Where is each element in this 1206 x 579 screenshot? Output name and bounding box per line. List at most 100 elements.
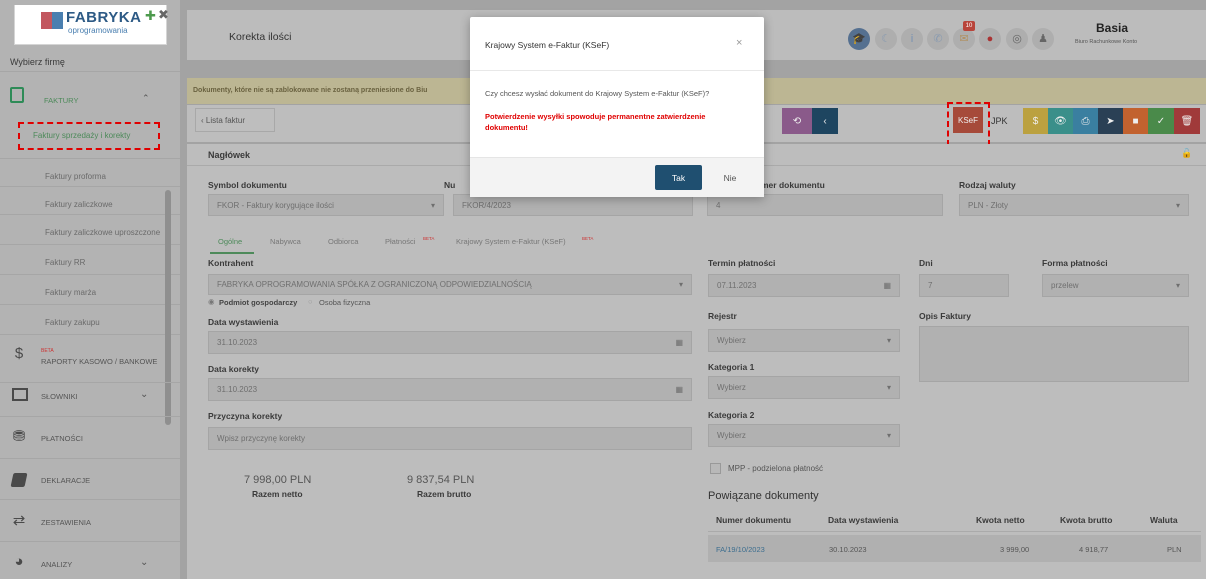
rejestr-label: Rejestr — [708, 311, 737, 321]
sidebar-item-proforma[interactable]: Faktury proforma — [45, 172, 106, 181]
user-icon[interactable]: ♟ — [1032, 28, 1054, 50]
sidebar-item-marza[interactable]: Faktury marża — [45, 288, 96, 297]
graduation-cap-icon[interactable]: 🎓 — [848, 28, 870, 50]
related-doc-waluta: PLN — [1167, 545, 1182, 554]
company-selector[interactable]: Wybierz firmę — [10, 57, 65, 67]
related-doc-link[interactable]: FA/19/10/2023 — [716, 545, 765, 554]
data-wystawienia-value: 31.10.2023 — [217, 338, 258, 347]
kategoria1-select[interactable]: Wybierz ▾ — [708, 376, 900, 399]
tab-ogolne[interactable]: Ogólne — [218, 237, 242, 246]
chevron-down-icon[interactable]: ⌄ — [140, 557, 148, 568]
lock-button[interactable]: ■ — [1123, 108, 1148, 134]
doc-number-input[interactable]: 4 — [707, 194, 943, 216]
page-title: Korekta ilości — [229, 31, 292, 43]
pin-icon[interactable]: ✚ — [145, 8, 156, 24]
sidebar-item-rr[interactable]: Faktury RR — [45, 258, 85, 267]
delete-button[interactable]: 🗑 — [1174, 108, 1200, 134]
logo[interactable]: FABRYKA oprogramowania ✚ ✖ — [14, 5, 169, 45]
symbol-value: FKOR - Faktury korygujące ilości — [217, 200, 334, 210]
sidebar-item-analizy[interactable]: ANALIZY — [41, 560, 72, 569]
kontrahent-value: FABRYKA OPROGRAMOWANIA SPÓŁKA Z OGRANICZ… — [217, 280, 532, 289]
number-input[interactable]: FKOR/4/2023 — [453, 194, 693, 216]
moon-icon[interactable]: ☾ — [875, 28, 897, 50]
mail-icon[interactable]: ✉ — [953, 28, 975, 50]
section-heading: Nagłówek — [208, 150, 251, 160]
beta-badge: BETA — [582, 236, 594, 241]
undo-button[interactable]: ⟲ — [782, 108, 812, 134]
termin-value: 07.11.2023 — [717, 281, 757, 290]
kategoria1-value: Wybierz — [717, 383, 746, 392]
przyczyna-input[interactable]: Wpisz przyczynę korekty — [208, 427, 692, 450]
dollar-icon: $ — [14, 345, 24, 362]
print-button[interactable]: ⎙ — [1073, 108, 1098, 134]
tab-nabywca[interactable]: Nabywca — [270, 237, 301, 246]
sidebar-item-raporty[interactable]: RAPORTY KASOWO / BANKOWE — [41, 357, 157, 366]
chevron-left-button[interactable]: ‹ — [812, 108, 838, 134]
data-wystawienia-label: Data wystawienia — [208, 317, 279, 327]
pie-chart-icon: ◕ — [14, 553, 24, 570]
kategoria2-select[interactable]: Wybierz ▾ — [708, 424, 900, 447]
dialog-warning: Potwierdzenie wysyłki spowoduje permanen… — [485, 112, 706, 132]
symbol-select[interactable]: FKOR - Faktury korygujące ilości ▾ — [208, 194, 444, 216]
data-korekty-input[interactable]: 31.10.2023 ▦ — [208, 378, 692, 401]
dialog-close-button[interactable]: × — [736, 37, 742, 49]
forma-select[interactable]: przelew ▾ — [1042, 274, 1189, 297]
brutto-label: Razem brutto — [417, 489, 472, 499]
sidebar-item-platnosci[interactable]: PŁATNOŚCI — [41, 434, 83, 443]
sidebar: FABRYKA oprogramowania ✚ ✖ Wybierz firmę… — [0, 0, 180, 579]
settings-icon[interactable]: ◎ — [1006, 28, 1028, 50]
sidebar-item-faktury-sprzedazy[interactable]: Faktury sprzedaży i korekty — [33, 131, 130, 140]
tab-platnosci[interactable]: Płatności — [385, 237, 415, 246]
radio-podmiot[interactable]: ◉ — [208, 297, 215, 306]
chevron-up-icon[interactable]: ⌃ — [142, 93, 150, 104]
mpp-checkbox[interactable] — [710, 463, 721, 474]
ksef-button[interactable]: KSeF — [953, 107, 983, 133]
chat-icon[interactable]: ● — [979, 28, 1001, 50]
sidebar-item-zaliczkowe-uproszczone[interactable]: Faktury zaliczkowe uproszczone — [45, 228, 160, 237]
eye-button[interactable]: 👁 — [1048, 108, 1073, 134]
data-wystawienia-input[interactable]: 31.10.2023 ▦ — [208, 331, 692, 354]
przyczyna-label: Przyczyna korekty — [208, 411, 283, 421]
exchange-icon: ⇄ — [12, 512, 26, 529]
close-icon[interactable]: ✖ — [158, 7, 169, 23]
tab-ksef[interactable]: Krajowy System e-Faktur (KSeF) — [456, 237, 566, 246]
opis-textarea[interactable] — [919, 326, 1189, 382]
send-button[interactable]: ➤ — [1098, 108, 1123, 134]
radio-osoba[interactable]: ○ — [308, 297, 313, 306]
unlock-icon[interactable]: 🔓 — [1181, 148, 1192, 159]
sidebar-item-deklaracje[interactable]: DEKLARACJE — [41, 476, 90, 485]
sidebar-section-faktury[interactable]: FAKTURY — [44, 96, 78, 105]
opis-label: Opis Faktury — [919, 311, 971, 321]
dialog-no-button[interactable]: Nie — [710, 165, 750, 190]
mpp-label: MPP - podzielona płatność — [728, 464, 824, 473]
sidebar-item-zaliczkowe[interactable]: Faktury zaliczkowe — [45, 200, 113, 209]
chevron-down-icon[interactable]: ⌄ — [140, 389, 148, 400]
brutto-value: 9 837,54 PLN — [407, 474, 475, 486]
sidebar-item-zakupu[interactable]: Faktury zakupu — [45, 318, 100, 327]
logo-brand: FABRYKA — [66, 9, 142, 26]
sidebar-scrollbar[interactable] — [165, 190, 171, 425]
info-icon[interactable]: i — [901, 28, 923, 50]
jpk-button[interactable]: JPK — [991, 116, 1008, 126]
confirm-button[interactable]: ✓ — [1148, 108, 1174, 134]
kategoria1-label: Kategoria 1 — [708, 362, 755, 372]
dni-input[interactable]: 7 — [919, 274, 1009, 297]
related-doc-netto: 3 999,00 — [1000, 545, 1030, 554]
dollar-button[interactable]: $ — [1023, 108, 1048, 134]
kategoria2-value: Wybierz — [717, 431, 746, 440]
sidebar-item-slowniki[interactable]: SŁOWNIKI — [41, 392, 78, 401]
termin-input[interactable]: 07.11.2023 ▦ — [708, 274, 900, 297]
dialog-yes-button[interactable]: Tak — [655, 165, 702, 190]
tab-odbiorca[interactable]: Odbiorca — [328, 237, 358, 246]
warning-banner-text: Dokumenty, które nie są zablokowane nie … — [193, 87, 428, 94]
currency-select[interactable]: PLN - Złoty ▾ — [959, 194, 1189, 216]
phone-icon[interactable]: ✆ — [927, 28, 949, 50]
rejestr-select[interactable]: Wybierz ▾ — [708, 329, 900, 352]
table-row[interactable] — [708, 535, 1201, 562]
sidebar-item-zestawienia[interactable]: ZESTAWIENIA — [41, 518, 91, 527]
netto-label: Razem netto — [252, 489, 303, 499]
document-icon — [10, 87, 24, 103]
kontrahent-select[interactable]: FABRYKA OPROGRAMOWANIA SPÓŁKA Z OGRANICZ… — [208, 274, 692, 295]
kontrahent-label: Kontrahent — [208, 258, 254, 268]
user-name[interactable]: Basia — [1096, 21, 1128, 35]
